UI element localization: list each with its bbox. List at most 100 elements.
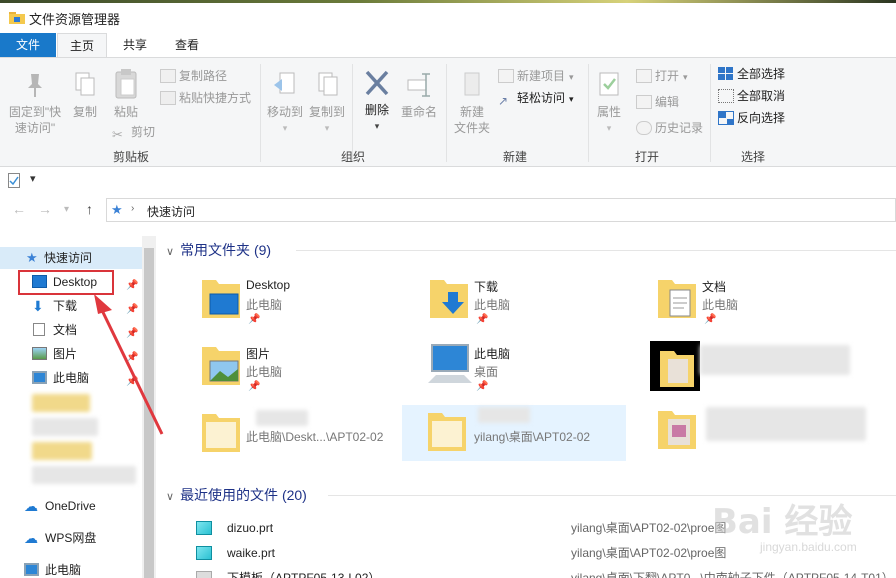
open-button[interactable]: 打开 ▾ <box>636 66 688 86</box>
breadcrumb-separator-icon: › <box>131 203 135 214</box>
pin-icon: 📌 <box>248 381 261 392</box>
recent-locations-icon[interactable]: ▾ <box>64 204 69 215</box>
folder-tile-apt-2[interactable]: yilang\桌面\APT02-02 <box>402 405 626 461</box>
tab-share[interactable]: 共享 <box>112 33 158 57</box>
move-to-dropdown-icon: ▾ <box>282 123 288 133</box>
pin-to-quick-access-button[interactable]: 固定到"快 速访问" <box>4 70 66 136</box>
blurred-text <box>706 407 866 441</box>
copy-to-button[interactable]: 复制到 ▾ <box>306 70 348 136</box>
select-all-label: 全部选择 <box>737 67 786 81</box>
nav-item-label: 文档 <box>53 323 78 337</box>
folder-tile-desktop[interactable]: Desktop 此电脑 📌 <box>200 274 424 336</box>
paste-shortcut-button[interactable]: 粘贴快捷方式 <box>160 88 251 108</box>
folder-thumbnail-icon <box>658 411 696 449</box>
prt-file-icon <box>196 546 212 560</box>
tab-home[interactable]: 主页 <box>57 33 107 58</box>
document-icon <box>33 323 45 336</box>
select-group-label: 选择 <box>740 150 765 164</box>
baidu-watermark: Bai 经验 <box>712 502 853 542</box>
move-to-button[interactable]: 移动到 ▾ <box>264 70 306 136</box>
nav-onedrive[interactable]: ☁ OneDrive <box>0 495 142 517</box>
window-title: 文件资源管理器 <box>29 12 121 27</box>
tile-location: yilang\桌面\APT02-02 <box>474 430 591 444</box>
nav-wps-label: WPS网盘 <box>45 531 97 545</box>
edit-label: 编辑 <box>655 95 680 109</box>
blurred-folder <box>32 418 98 436</box>
computer-icon <box>428 344 472 383</box>
tab-view[interactable]: 查看 <box>164 33 210 57</box>
folder-tile-apt-1[interactable]: 此电脑\Deskt...\APT02-02 <box>200 408 424 470</box>
copy-button[interactable]: 复制 <box>68 70 102 120</box>
new-item-dropdown-icon: ▾ <box>569 72 574 82</box>
tab-file[interactable]: 文件 <box>0 33 56 57</box>
frequent-folders-header[interactable]: ∨ 常用文件夹 (9) <box>166 240 271 260</box>
nav-item-label: 此电脑 <box>53 371 90 385</box>
folder-tile-this-pc[interactable]: 此电脑 桌面 📌 <box>428 341 652 403</box>
edit-icon <box>636 95 652 109</box>
tile-name: 图片 <box>246 347 271 361</box>
rename-icon <box>407 73 430 97</box>
new-folder-button[interactable]: 新建 文件夹 <box>450 70 494 136</box>
copy-to-dropdown-icon: ▾ <box>324 123 330 133</box>
back-arrow-icon[interactable]: ← <box>12 201 26 217</box>
nav-quick-access[interactable]: ★ 快速访问 <box>0 247 142 269</box>
pin-icon: 📌 <box>476 314 489 325</box>
copy-to-label: 复制到 <box>308 105 345 119</box>
select-all-icon <box>718 67 734 81</box>
computer-icon <box>24 563 39 576</box>
folder-tile-pictures[interactable]: 图片 此电脑 📌 <box>200 341 424 403</box>
nav-this-pc-label: 此电脑 <box>45 563 82 577</box>
tile-location: 此电脑\Deskt...\APT02-02 <box>246 430 384 444</box>
nav-item-label: 图片 <box>53 347 78 361</box>
download-arrow-icon: ⬇ <box>32 298 44 314</box>
recent-files-title: 最近使用的文件 (20) <box>180 487 307 503</box>
pin-icon: 📌 <box>248 314 261 325</box>
folder-tile-documents[interactable]: 文档 此电脑 📌 <box>656 274 880 336</box>
folder-tile-downloads[interactable]: 下载 此电脑 📌 <box>428 274 652 336</box>
open-dropdown-icon: ▾ <box>683 72 688 82</box>
rename-button[interactable]: 重命名 <box>398 70 440 120</box>
nav-wps[interactable]: ☁ WPS网盘 <box>0 527 142 549</box>
paste-shortcut-icon <box>160 91 176 105</box>
forward-arrow-icon[interactable]: → <box>38 201 52 217</box>
folder-tile-blurred[interactable] <box>650 341 874 403</box>
blurred-folder <box>32 442 92 460</box>
paste-button[interactable]: 粘贴 <box>108 68 144 120</box>
quick-access-star-icon: ★ <box>111 202 123 217</box>
new-item-label: 新建项目 <box>517 69 566 83</box>
nav-item-label: 下载 <box>53 299 78 313</box>
nav-this-pc[interactable]: 此电脑 <box>0 559 142 578</box>
section-divider <box>296 250 896 251</box>
properties-small-icon[interactable] <box>8 173 20 188</box>
ribbon-separator <box>260 64 261 162</box>
recent-files-header[interactable]: ∨ 最近使用的文件 (20) <box>166 485 307 505</box>
select-none-button[interactable]: 全部取消 <box>718 86 785 106</box>
breadcrumb-quick-access[interactable]: 快速访问 <box>147 203 195 220</box>
new-item-button[interactable]: 新建项目 ▾ <box>498 66 574 86</box>
invert-selection-label: 反向选择 <box>737 111 786 125</box>
recent-file-row[interactable]: 下模板（APTPF05-13-L02） yilang\桌面\下翻\APT0...… <box>196 567 894 578</box>
easy-access-button[interactable]: ↗ 轻松访问 ▾ <box>498 88 574 108</box>
copy-path-button[interactable]: 复制路径 <box>160 66 227 86</box>
pictures-icon <box>32 347 47 360</box>
rename-label: 重命名 <box>400 105 437 119</box>
customize-toolbar-icon[interactable]: ▾ <box>30 172 36 185</box>
address-bar[interactable]: ★ › 快速访问 <box>106 198 896 222</box>
properties-button[interactable]: 属性 ▾ <box>592 70 626 136</box>
select-all-button[interactable]: 全部选择 <box>718 64 785 84</box>
cut-button[interactable]: ✂ 剪切 <box>112 122 155 142</box>
clipboard-icon <box>115 69 137 99</box>
open-icon <box>636 69 652 83</box>
computer-icon <box>32 371 47 384</box>
edit-button[interactable]: 编辑 <box>636 92 679 112</box>
history-button[interactable]: 历史记录 <box>636 118 703 138</box>
blurred-folder <box>32 394 90 412</box>
new-item-icon <box>498 69 514 83</box>
up-arrow-icon[interactable]: ↑ <box>86 201 93 217</box>
invert-selection-button[interactable]: 反向选择 <box>718 108 785 128</box>
delete-button[interactable]: 删除 ▾ <box>358 68 396 134</box>
folder-tile-blurred-2[interactable] <box>656 405 880 467</box>
copy-label: 复制 <box>72 105 97 119</box>
history-icon <box>636 121 652 135</box>
file-name: 下模板（APTPF05-13-L02） <box>227 571 381 578</box>
